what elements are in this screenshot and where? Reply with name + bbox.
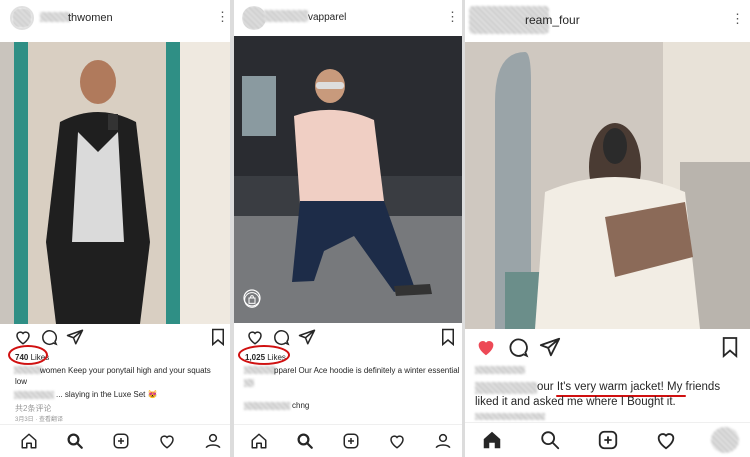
comment-text: chng bbox=[292, 401, 310, 410]
more-icon[interactable]: ⋮ bbox=[446, 10, 459, 23]
share-icon[interactable] bbox=[66, 328, 84, 346]
likes-redaction bbox=[475, 366, 525, 374]
view-comments-link[interactable]: 共2条评论 bbox=[15, 403, 51, 414]
bookmark-icon[interactable] bbox=[210, 328, 226, 346]
search-icon[interactable] bbox=[539, 429, 561, 451]
post-photo[interactable] bbox=[0, 42, 230, 324]
bottom-nav bbox=[0, 424, 230, 457]
share-icon[interactable] bbox=[539, 336, 561, 358]
post-panel-2: vapparel ⋮ 1,025 Likes pparel Our Ace ho… bbox=[234, 0, 462, 457]
add-post-icon[interactable] bbox=[597, 429, 619, 451]
comment-icon[interactable] bbox=[40, 328, 58, 346]
commenter-redaction bbox=[14, 391, 54, 399]
comments-redaction bbox=[475, 413, 545, 420]
photo-image bbox=[234, 36, 462, 323]
post-photo[interactable] bbox=[234, 36, 462, 323]
home-icon[interactable] bbox=[20, 432, 38, 450]
annotation-circle bbox=[8, 345, 48, 365]
home-icon[interactable] bbox=[481, 429, 503, 451]
username-redaction bbox=[40, 12, 70, 22]
avatar[interactable] bbox=[10, 6, 34, 30]
profile-icon[interactable] bbox=[434, 432, 452, 450]
caption-text: our It's very warm jacket! My friends bbox=[537, 381, 747, 393]
caption-username-redaction bbox=[244, 366, 276, 374]
photo-image bbox=[0, 42, 230, 324]
post-timestamp: 3月3日 · 查看翻译 bbox=[15, 417, 64, 423]
bottom-nav bbox=[465, 422, 750, 457]
comment-icon[interactable] bbox=[272, 328, 290, 346]
add-post-icon[interactable] bbox=[112, 432, 130, 450]
share-icon[interactable] bbox=[298, 328, 316, 346]
search-icon[interactable] bbox=[296, 432, 314, 450]
comment-icon[interactable] bbox=[507, 336, 529, 358]
caption-line-2: liked it and asked me where I Bought it. bbox=[475, 396, 676, 408]
post-panel-3: ream_four ⋮ our It's very warm jacket! M… bbox=[465, 0, 750, 457]
username[interactable]: thwomen bbox=[68, 12, 113, 24]
caption-line-2-redaction bbox=[244, 379, 254, 387]
username-redaction bbox=[264, 10, 308, 22]
bottom-nav bbox=[234, 424, 462, 457]
post-header: ream_four ⋮ bbox=[465, 0, 750, 40]
caption-username-redaction bbox=[14, 366, 42, 374]
photo-image bbox=[465, 42, 750, 329]
caption-rest: My friends bbox=[663, 381, 721, 393]
username[interactable]: vapparel bbox=[308, 12, 346, 23]
profile-icon[interactable] bbox=[204, 432, 222, 450]
post-panel-1: thwomen ⋮ 740 Likes women Keep your pony… bbox=[0, 0, 230, 457]
post-photo[interactable] bbox=[465, 42, 750, 329]
home-icon[interactable] bbox=[250, 432, 268, 450]
caption-prefix: our bbox=[537, 381, 557, 393]
username[interactable]: ream_four bbox=[525, 13, 580, 27]
profile-icon[interactable] bbox=[711, 427, 739, 453]
heart-icon[interactable] bbox=[14, 328, 32, 346]
search-icon[interactable] bbox=[66, 432, 84, 450]
shopping-bag-icon[interactable] bbox=[244, 292, 260, 308]
caption-line-2: low bbox=[15, 377, 28, 386]
post-header: vapparel ⋮ bbox=[234, 0, 462, 38]
bookmark-icon[interactable] bbox=[721, 336, 739, 358]
more-icon[interactable]: ⋮ bbox=[731, 12, 744, 25]
comment-text: ... slaying in the Luxe Set 😻 bbox=[56, 390, 158, 399]
caption-username-redaction bbox=[475, 382, 537, 394]
more-icon[interactable]: ⋮ bbox=[216, 10, 229, 23]
avatar[interactable] bbox=[242, 6, 266, 30]
heart-filled-icon[interactable] bbox=[475, 336, 497, 358]
post-actions bbox=[465, 336, 750, 360]
caption-highlight: It's very warm jacket! bbox=[556, 381, 664, 393]
caption-text: pparel Our Ace hoodie is definitely a wi… bbox=[274, 366, 460, 375]
activity-icon[interactable] bbox=[388, 432, 406, 450]
annotation-circle bbox=[238, 345, 290, 365]
caption-text: women Keep your ponytail high and your s… bbox=[40, 366, 211, 375]
add-post-icon[interactable] bbox=[342, 432, 360, 450]
activity-icon[interactable] bbox=[158, 432, 176, 450]
commenter-redaction bbox=[244, 402, 290, 410]
post-header: thwomen ⋮ bbox=[0, 0, 230, 38]
heart-icon[interactable] bbox=[246, 328, 264, 346]
bookmark-icon[interactable] bbox=[440, 328, 456, 346]
activity-icon[interactable] bbox=[655, 429, 677, 451]
